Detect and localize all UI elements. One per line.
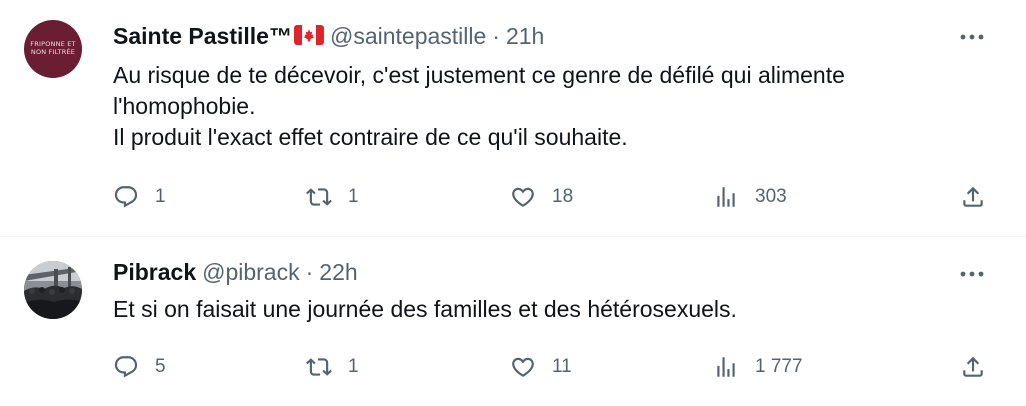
tweet-text-line: Il produit l'exact effet contraire de ce… bbox=[113, 124, 628, 150]
retweet-button[interactable]: 1 bbox=[306, 352, 359, 382]
user-handle[interactable]: @pibrack bbox=[202, 259, 300, 286]
tweet-text: Au risque de te décevoir, c'est justemen… bbox=[113, 60, 993, 153]
display-name[interactable]: Pibrack bbox=[113, 259, 196, 286]
action-bar: 5 1 11 1 777 bbox=[113, 352, 986, 382]
tweet-header: Sainte Pastille™ @saintepastille · 21h bbox=[113, 23, 544, 49]
views-icon bbox=[717, 187, 735, 207]
share-button[interactable] bbox=[960, 182, 986, 212]
reply-count: 1 bbox=[155, 186, 166, 207]
like-button[interactable]: 18 bbox=[510, 182, 573, 212]
user-handle[interactable]: @saintepastille bbox=[330, 23, 486, 50]
like-button[interactable]: 11 bbox=[510, 352, 572, 382]
reply-icon bbox=[114, 356, 138, 378]
views-icon bbox=[717, 357, 735, 377]
views-button[interactable]: 1 777 bbox=[713, 352, 803, 382]
display-name[interactable]: Sainte Pastille™ bbox=[113, 23, 292, 50]
crowd-photo-icon bbox=[24, 261, 82, 319]
retweet-count: 1 bbox=[348, 356, 359, 377]
tweet-text-line: Et si on faisait une journée des famille… bbox=[113, 296, 737, 322]
tweet-text-line: l'homophobie. bbox=[113, 93, 256, 119]
timestamp[interactable]: 22h bbox=[319, 259, 357, 286]
tweet-text: Et si on faisait une journée des famille… bbox=[113, 294, 993, 325]
avatar[interactable] bbox=[24, 261, 82, 319]
separator-dot: · bbox=[305, 258, 314, 285]
view-count: 303 bbox=[755, 186, 787, 207]
retweet-count: 1 bbox=[348, 186, 359, 207]
reply-count: 5 bbox=[155, 356, 166, 377]
like-count: 11 bbox=[552, 356, 572, 377]
share-button[interactable] bbox=[960, 352, 986, 382]
like-icon bbox=[512, 357, 534, 377]
tweet[interactable]: Pibrack @pibrack · 22h Et si on faisait … bbox=[0, 237, 1026, 406]
tweet-text-line: Au risque de te décevoir, c'est justemen… bbox=[113, 62, 845, 88]
view-count: 1 777 bbox=[755, 356, 803, 377]
avatar[interactable]: FRIPONNE ET NON FILTRÉE bbox=[24, 20, 82, 78]
tweet-header: Pibrack @pibrack · 22h bbox=[113, 259, 358, 285]
more-icon[interactable] bbox=[958, 27, 986, 47]
separator-dot: · bbox=[492, 22, 500, 49]
retweet-icon bbox=[306, 358, 332, 376]
canada-flag-icon bbox=[293, 25, 324, 45]
tweet[interactable]: FRIPONNE ET NON FILTRÉE Sainte Pastille™… bbox=[0, 0, 1026, 237]
reply-button[interactable]: 5 bbox=[113, 352, 166, 382]
reply-button[interactable]: 1 bbox=[113, 182, 166, 212]
like-count: 18 bbox=[552, 186, 574, 207]
more-icon[interactable] bbox=[958, 264, 986, 284]
share-icon bbox=[963, 356, 983, 377]
action-bar: 1 1 18 303 bbox=[113, 182, 986, 212]
share-icon bbox=[963, 186, 983, 207]
like-icon bbox=[512, 187, 534, 207]
retweet-icon bbox=[306, 188, 332, 206]
avatar-logo-text: FRIPONNE ET NON FILTRÉE bbox=[30, 40, 76, 56]
views-button[interactable]: 303 bbox=[713, 182, 787, 212]
retweet-button[interactable]: 1 bbox=[306, 182, 359, 212]
reply-icon bbox=[114, 186, 138, 208]
timestamp[interactable]: 21h bbox=[506, 23, 544, 50]
